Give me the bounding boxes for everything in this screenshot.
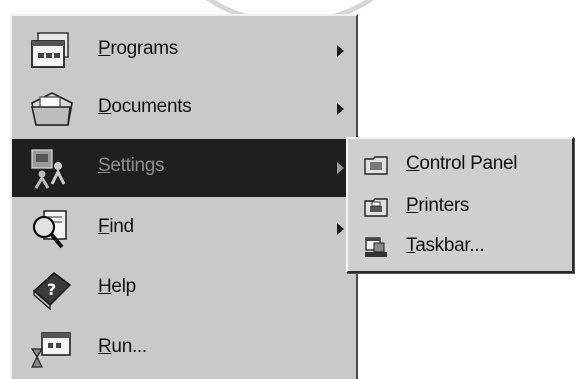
documents-icon (28, 87, 74, 131)
submenu-item-control-panel[interactable]: Control Panel (348, 145, 572, 183)
submenu-item-printers[interactable]: Printers (348, 187, 572, 225)
run-icon (28, 327, 74, 371)
menu-item-documents[interactable]: Documents (12, 80, 356, 138)
menu-item-label: Programs (98, 38, 178, 59)
menu-item-label: Run... (98, 336, 147, 357)
help-icon: ? (28, 267, 74, 311)
taskbar-icon (364, 236, 388, 258)
submenu-item-taskbar[interactable]: Taskbar... (348, 227, 572, 265)
submenu-arrow-icon (337, 103, 344, 115)
submenu-item-label: Printers (406, 195, 470, 216)
submenu-arrow-icon (337, 223, 344, 235)
programs-icon (28, 29, 74, 73)
menu-item-find[interactable]: Find (12, 200, 356, 258)
settings-submenu: Control Panel Printers Taskbar... (346, 137, 574, 273)
printers-icon (364, 196, 388, 218)
menu-item-label: Find (98, 216, 134, 237)
submenu-item-label: Control Panel (406, 153, 518, 174)
menu-item-help[interactable]: ? Help (12, 260, 356, 318)
submenu-item-label: Taskbar... (406, 235, 485, 256)
menu-item-label: Help (98, 276, 136, 297)
find-icon (28, 207, 74, 251)
menu-item-programs[interactable]: Programs (12, 22, 356, 80)
menu-item-label: Settings (98, 155, 165, 176)
control-panel-icon (364, 154, 388, 176)
settings-icon (28, 146, 74, 190)
submenu-arrow-icon (337, 162, 344, 174)
menu-item-run[interactable]: Run... (12, 320, 356, 378)
submenu-arrow-icon (337, 45, 344, 57)
menu-item-label: Documents (98, 96, 192, 117)
start-menu: Programs Documents Settings Find ? Help … (10, 14, 358, 379)
svg-text:?: ? (47, 280, 56, 299)
menu-item-settings[interactable]: Settings (12, 139, 356, 197)
